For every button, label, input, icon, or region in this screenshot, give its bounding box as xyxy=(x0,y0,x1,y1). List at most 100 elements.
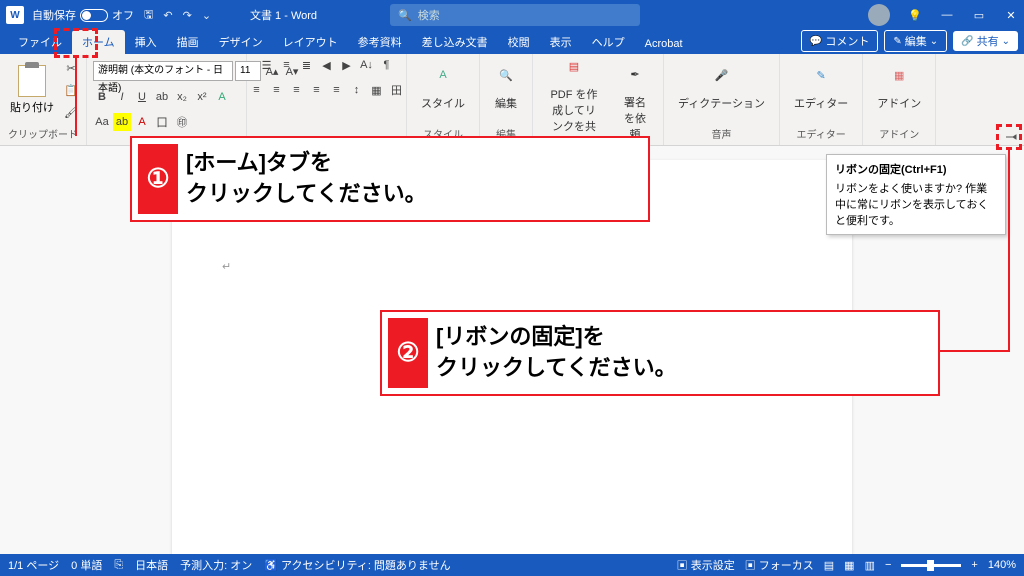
read-mode-icon[interactable]: ▦ xyxy=(844,559,854,572)
word-count[interactable]: 0 単語 xyxy=(71,557,102,573)
indent-right-icon[interactable]: ▶ xyxy=(338,56,356,74)
ribbon-tabs: ファイル ホーム 挿入 描画 デザイン レイアウト 参考資料 差し込み文書 校閲… xyxy=(0,30,1024,54)
minimize-icon[interactable]: — xyxy=(940,9,954,21)
display-settings[interactable]: ▣ 表示設定 xyxy=(677,557,735,573)
addins-group: ▦アドイン アドイン xyxy=(863,54,936,145)
print-layout-icon[interactable]: ▤ xyxy=(824,559,834,572)
tab-view[interactable]: 表示 xyxy=(540,30,582,54)
request-sign-button[interactable]: ✒署名を依頼 xyxy=(613,64,657,146)
search-box[interactable]: 🔍 検索 xyxy=(390,4,640,26)
addins-button[interactable]: ▦アドイン xyxy=(869,65,929,115)
tooltip-body: リボンをよく使いますか? 作業中に常にリボンを表示しておくと便利です。 xyxy=(835,180,997,228)
editor-button[interactable]: ✎エディター xyxy=(786,65,856,115)
editor-label: エディター xyxy=(786,124,856,143)
format-painter-icon[interactable]: 🖌 xyxy=(62,103,80,121)
copy-icon[interactable]: 📋 xyxy=(62,81,80,99)
voice-label: 音声 xyxy=(670,124,773,143)
pdf-icon: ▤ xyxy=(562,60,586,84)
editor-group: ✎エディター エディター xyxy=(780,54,863,145)
borders-icon[interactable]: 田 xyxy=(388,81,406,99)
multilevel-icon[interactable]: ≣ xyxy=(298,56,316,74)
ribbon: 貼り付け ✂ 📋 🖌 クリップボード 游明朝 (本文のフォント - 日本語) 1… xyxy=(0,54,1024,146)
focus-mode[interactable]: ▣ フォーカス xyxy=(745,557,814,573)
subscript-icon[interactable]: x₂ xyxy=(173,88,191,106)
shading-icon[interactable]: ▦ xyxy=(368,81,386,99)
tab-references[interactable]: 参考資料 xyxy=(348,30,412,54)
tab-layout[interactable]: レイアウト xyxy=(273,30,348,54)
find-icon: 🔍 xyxy=(494,69,518,93)
tab-review[interactable]: 校閲 xyxy=(498,30,540,54)
tab-file[interactable]: ファイル xyxy=(8,30,72,54)
align-left-icon[interactable]: ≡ xyxy=(248,81,266,99)
cut-icon[interactable]: ✂ xyxy=(62,59,80,77)
justify-icon[interactable]: ≡ xyxy=(308,81,326,99)
superscript-icon[interactable]: x² xyxy=(193,88,211,106)
web-layout-icon[interactable]: ▥ xyxy=(865,559,875,572)
distribute-icon[interactable]: ≡ xyxy=(328,81,346,99)
dictate-button[interactable]: 🎤ディクテーション xyxy=(670,65,773,115)
tab-acrobat[interactable]: Acrobat xyxy=(635,34,693,54)
page-indicator[interactable]: 1/1 ページ xyxy=(8,557,59,573)
font-color-icon[interactable]: A xyxy=(133,113,151,131)
tab-draw[interactable]: 描画 xyxy=(167,30,209,54)
zoom-in-icon[interactable]: + xyxy=(971,559,977,571)
numbering-icon[interactable]: ≡ xyxy=(278,56,296,74)
align-right-icon[interactable]: ≡ xyxy=(288,81,306,99)
lightbulb-icon[interactable]: 💡 xyxy=(908,9,922,22)
redo-icon[interactable]: ↷ xyxy=(183,9,192,22)
tooltip-title: リボンの固定(Ctrl+F1) xyxy=(835,161,997,177)
connector-2v xyxy=(1008,150,1010,350)
search-icon: 🔍 xyxy=(398,9,412,22)
ime-indicator[interactable]: 予測入力: オン xyxy=(180,557,252,573)
italic-icon[interactable]: I xyxy=(113,88,131,106)
phonetic-icon[interactable]: Aa xyxy=(93,113,111,131)
spell-check-icon[interactable]: ⎘ xyxy=(114,559,123,572)
save-icon[interactable]: 🖫 xyxy=(144,6,153,25)
enclose-icon[interactable]: ㊞ xyxy=(173,113,191,131)
addins-label: アドイン xyxy=(869,124,929,143)
editor-icon: ✎ xyxy=(809,69,833,93)
tab-insert[interactable]: 挿入 xyxy=(125,30,167,54)
comments-button[interactable]: 💬 コメント xyxy=(801,30,878,52)
text-effects-icon[interactable]: A xyxy=(213,88,231,106)
sort-icon[interactable]: A↓ xyxy=(358,56,376,74)
styles-button[interactable]: Aスタイル xyxy=(413,65,473,115)
line-spacing-icon[interactable]: ↕ xyxy=(348,81,366,99)
strike-icon[interactable]: ab xyxy=(153,88,171,106)
user-avatar[interactable] xyxy=(868,4,890,26)
paste-button[interactable]: 貼り付け xyxy=(6,61,58,119)
bold-icon[interactable]: B xyxy=(93,88,111,106)
maximize-icon[interactable]: ▭ xyxy=(972,9,986,22)
connector-1 xyxy=(75,58,77,136)
zoom-level[interactable]: 140% xyxy=(988,559,1016,571)
share-button[interactable]: 🔗 共有 ⌄ xyxy=(953,31,1018,51)
autosave-toggle[interactable]: 自動保存 オフ xyxy=(32,7,134,23)
callout-text-2: [リボンの固定]を クリックしてください。 xyxy=(436,322,677,384)
qat-dropdown-icon[interactable]: ⌄ xyxy=(202,9,211,22)
font-name-select[interactable]: 游明朝 (本文のフォント - 日本語) xyxy=(93,61,233,81)
word-icon: W xyxy=(6,6,24,24)
underline-icon[interactable]: U xyxy=(133,88,151,106)
editing-mode-button[interactable]: ✎ 編集 ⌄ xyxy=(884,30,947,52)
pin-ribbon-button[interactable] xyxy=(1002,128,1020,146)
clipboard-icon xyxy=(18,65,46,97)
close-icon[interactable]: ✕ xyxy=(1004,9,1018,22)
char-border-icon[interactable]: 囗 xyxy=(153,113,171,131)
undo-icon[interactable]: ↶ xyxy=(163,9,172,22)
indent-left-icon[interactable]: ◀ xyxy=(318,56,336,74)
find-button[interactable]: 🔍編集 xyxy=(486,65,526,115)
tab-home[interactable]: ホーム xyxy=(72,30,125,54)
voice-group: 🎤ディクテーション 音声 xyxy=(664,54,780,145)
tab-help[interactable]: ヘルプ xyxy=(582,30,635,54)
title-bar: W 自動保存 オフ 🖫 ↶ ↷ ⌄ 文書 1 - Word 🔍 検索 💡 — ▭… xyxy=(0,0,1024,30)
zoom-slider[interactable] xyxy=(901,564,961,567)
tab-design[interactable]: デザイン xyxy=(209,30,273,54)
tab-mailings[interactable]: 差し込み文書 xyxy=(412,30,498,54)
show-marks-icon[interactable]: ¶ xyxy=(378,56,396,74)
language-indicator[interactable]: 日本語 xyxy=(135,557,168,573)
highlight-icon[interactable]: ab xyxy=(113,113,131,131)
bullets-icon[interactable]: ☰ xyxy=(258,56,276,74)
accessibility-indicator[interactable]: ♿ アクセシビリティ: 問題ありません xyxy=(264,557,450,573)
zoom-out-icon[interactable]: − xyxy=(885,559,891,571)
align-center-icon[interactable]: ≡ xyxy=(268,81,286,99)
